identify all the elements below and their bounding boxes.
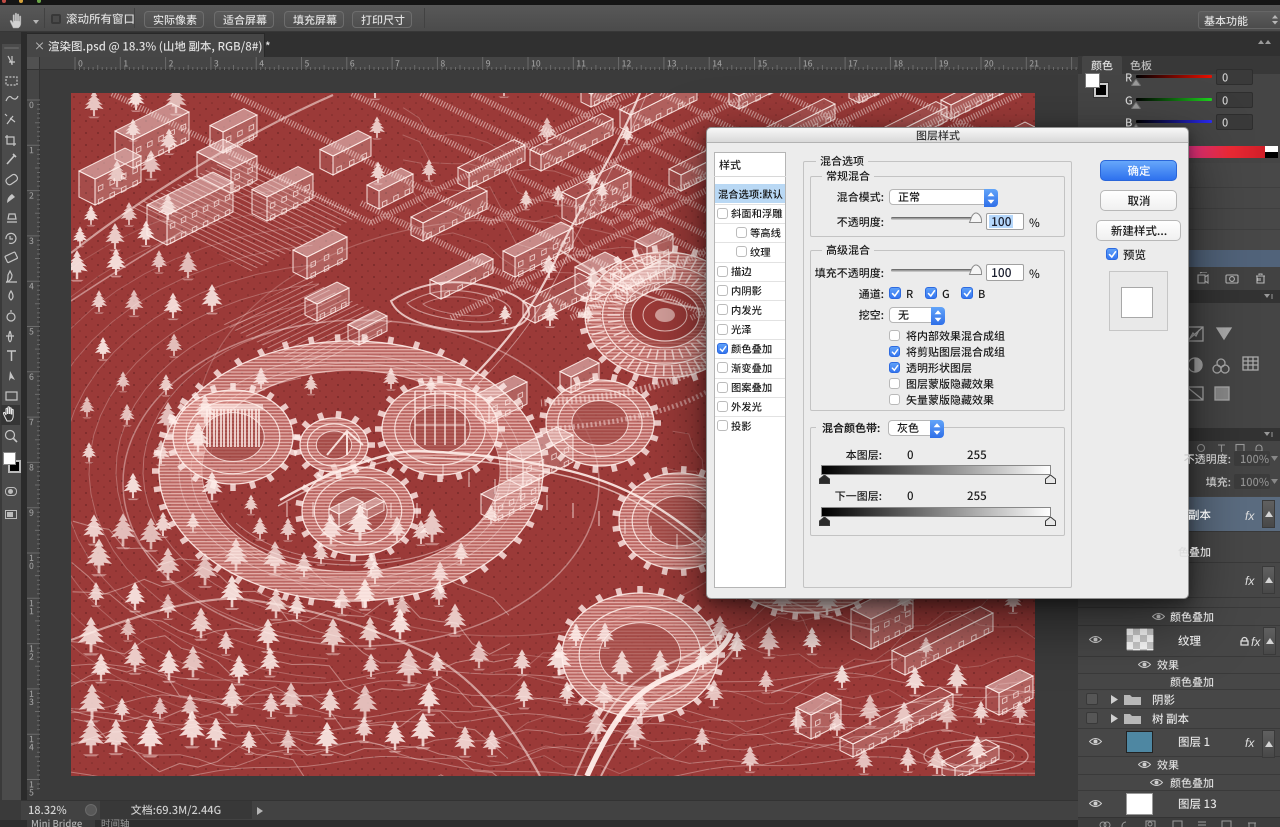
svg-text:fx: fx — [1251, 635, 1261, 649]
svg-text:fx: fx — [1245, 509, 1255, 523]
svg-text:fx: fx — [1245, 736, 1255, 750]
svg-text:fx: fx — [1245, 574, 1255, 588]
